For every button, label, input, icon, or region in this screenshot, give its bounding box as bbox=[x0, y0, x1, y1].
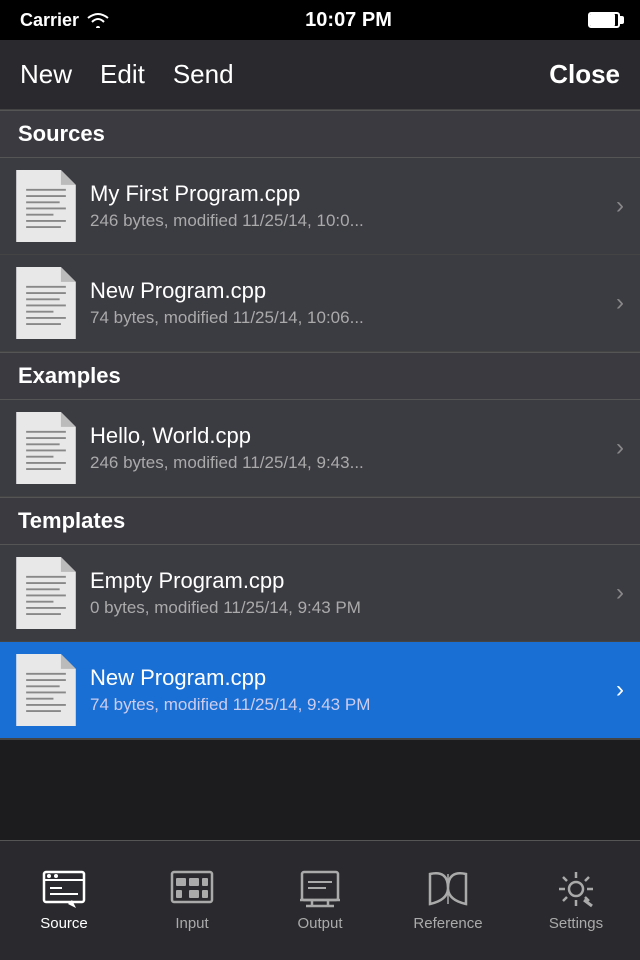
tab-output[interactable]: Output bbox=[260, 869, 380, 932]
status-left: Carrier bbox=[20, 10, 109, 31]
chevron-right-icon: › bbox=[616, 192, 624, 220]
examples-section-header: Examples bbox=[0, 352, 640, 400]
file-item-new-program-sources[interactable]: New Program.cpp 74 bytes, modified 11/25… bbox=[0, 255, 640, 352]
file-name: Empty Program.cpp bbox=[90, 568, 608, 594]
nav-left-buttons: New Edit Send bbox=[20, 59, 234, 90]
file-name: My First Program.cpp bbox=[90, 181, 608, 207]
new-button[interactable]: New bbox=[20, 59, 72, 90]
nav-bar: New Edit Send Close bbox=[0, 40, 640, 110]
templates-section-header: Templates bbox=[0, 497, 640, 545]
file-icon bbox=[16, 557, 76, 629]
tab-bar: Source Input bbox=[0, 840, 640, 960]
tab-reference-label: Reference bbox=[413, 915, 482, 932]
tab-input-label: Input bbox=[175, 915, 208, 932]
file-name: Hello, World.cpp bbox=[90, 423, 608, 449]
sources-section-header: Sources bbox=[0, 110, 640, 158]
file-item-my-first-program[interactable]: My First Program.cpp 246 bytes, modified… bbox=[0, 158, 640, 255]
chevron-right-icon: › bbox=[616, 579, 624, 607]
file-icon bbox=[16, 170, 76, 242]
tab-source[interactable]: Source bbox=[4, 869, 124, 932]
file-meta: 74 bytes, modified 11/25/14, 9:43 PM bbox=[90, 695, 608, 715]
settings-icon bbox=[554, 869, 598, 909]
status-time: 10:07 PM bbox=[305, 9, 392, 32]
file-name: New Program.cpp bbox=[90, 278, 608, 304]
wifi-icon bbox=[87, 12, 109, 28]
file-item-empty-program[interactable]: Empty Program.cpp 0 bytes, modified 11/2… bbox=[0, 545, 640, 642]
file-meta: 74 bytes, modified 11/25/14, 10:06... bbox=[90, 308, 608, 328]
reference-icon bbox=[426, 869, 470, 909]
input-icon bbox=[170, 869, 214, 909]
file-meta: 246 bytes, modified 11/25/14, 9:43... bbox=[90, 453, 608, 473]
send-button[interactable]: Send bbox=[173, 59, 234, 90]
battery-icon bbox=[588, 12, 620, 28]
tab-reference[interactable]: Reference bbox=[388, 869, 508, 932]
file-meta: 0 bytes, modified 11/25/14, 9:43 PM bbox=[90, 598, 608, 618]
content-spacer bbox=[0, 739, 640, 839]
file-icon bbox=[16, 412, 76, 484]
tab-source-label: Source bbox=[40, 915, 88, 932]
file-info: Hello, World.cpp 246 bytes, modified 11/… bbox=[90, 423, 608, 473]
output-icon bbox=[298, 869, 342, 909]
file-item-hello-world[interactable]: Hello, World.cpp 246 bytes, modified 11/… bbox=[0, 400, 640, 497]
tab-settings-label: Settings bbox=[549, 915, 603, 932]
carrier-label: Carrier bbox=[20, 10, 79, 31]
tab-output-label: Output bbox=[297, 915, 342, 932]
chevron-right-icon: › bbox=[616, 676, 624, 704]
file-list: Sources My First Program.cpp 246 bytes, … bbox=[0, 110, 640, 739]
chevron-right-icon: › bbox=[616, 434, 624, 462]
tab-settings[interactable]: Settings bbox=[516, 869, 636, 932]
edit-button[interactable]: Edit bbox=[100, 59, 145, 90]
file-item-new-program-templates[interactable]: New Program.cpp 74 bytes, modified 11/25… bbox=[0, 642, 640, 739]
file-icon bbox=[16, 654, 76, 726]
file-name: New Program.cpp bbox=[90, 665, 608, 691]
chevron-right-icon: › bbox=[616, 289, 624, 317]
close-button[interactable]: Close bbox=[549, 59, 620, 90]
file-icon bbox=[16, 267, 76, 339]
file-info: My First Program.cpp 246 bytes, modified… bbox=[90, 181, 608, 231]
status-bar: Carrier 10:07 PM bbox=[0, 0, 640, 40]
tab-input[interactable]: Input bbox=[132, 869, 252, 932]
file-meta: 246 bytes, modified 11/25/14, 10:0... bbox=[90, 211, 608, 231]
file-info: Empty Program.cpp 0 bytes, modified 11/2… bbox=[90, 568, 608, 618]
source-icon bbox=[42, 869, 86, 909]
file-info: New Program.cpp 74 bytes, modified 11/25… bbox=[90, 665, 608, 715]
file-info: New Program.cpp 74 bytes, modified 11/25… bbox=[90, 278, 608, 328]
